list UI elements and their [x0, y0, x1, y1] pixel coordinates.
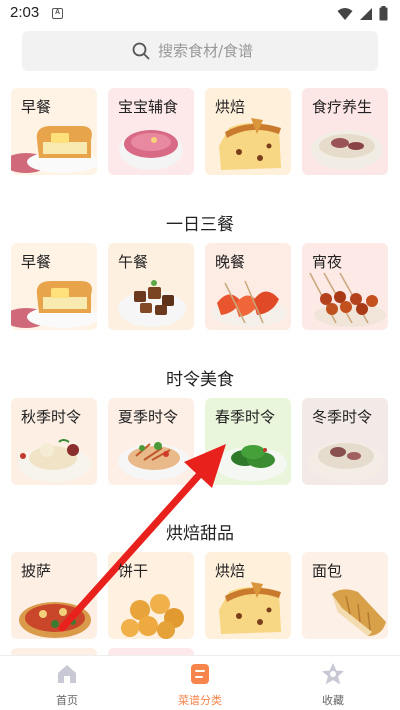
nav-recipe-category[interactable]: 菜谱分类: [160, 662, 240, 708]
status-bar: 2:03 A: [0, 0, 400, 28]
status-indicators: [337, 6, 388, 21]
wifi-icon: [337, 7, 353, 20]
signal-icon: [360, 7, 372, 20]
three-meals-row: 早餐 午餐 晚餐 宵夜: [11, 243, 391, 330]
category-tile-pizza[interactable]: 披萨: [11, 552, 97, 639]
tile-label: 秋季时令: [21, 408, 82, 426]
nav-favorites-label: 收藏: [322, 694, 344, 707]
nav-favorites[interactable]: 收藏: [293, 662, 373, 708]
tile-label: 饼干: [118, 562, 149, 580]
tile-label: 早餐: [21, 98, 52, 116]
category-tile-baking[interactable]: 烘焙: [205, 88, 291, 175]
section-title-seasonal: 时令美食: [166, 370, 234, 390]
category-tile-cookies[interactable]: 饼干: [108, 552, 194, 639]
baking-desserts-row: 披萨 饼干 烘焙 面包: [11, 552, 391, 639]
tile-label: 夏季时令: [118, 408, 179, 426]
category-tile-autumn[interactable]: 秋季时令: [11, 398, 97, 485]
category-tile-dinner[interactable]: 晚餐: [205, 243, 291, 330]
tile-label: 面包: [312, 562, 343, 580]
seasonal-row: 秋季时令 夏季时令 春季时令 冬季时令: [11, 398, 391, 485]
tile-label: 烘焙: [215, 98, 246, 116]
search-bar[interactable]: [22, 31, 378, 71]
category-tile-winter[interactable]: 冬季时令: [302, 398, 388, 485]
battery-icon: [379, 6, 388, 21]
search-input[interactable]: [158, 42, 268, 60]
tile-label: 春季时令: [215, 408, 276, 426]
tile-label: 晚餐: [215, 253, 246, 271]
recipe-category-icon: [191, 664, 209, 684]
category-tile-health-food[interactable]: 食疗养生: [302, 88, 388, 175]
search-icon: [132, 42, 150, 60]
tile-label: 冬季时令: [312, 408, 373, 426]
tile-label: 食疗养生: [312, 98, 373, 116]
notification-a-icon: A: [52, 8, 63, 19]
category-tile-summer[interactable]: 夏季时令: [108, 398, 194, 485]
bottom-nav: 首页 菜谱分类 收藏: [0, 655, 400, 710]
home-icon: [58, 665, 76, 683]
category-tile-baby-food[interactable]: 宝宝辅食: [108, 88, 194, 175]
category-tile-baking[interactable]: 烘焙: [205, 552, 291, 639]
favorites-icon: [322, 663, 344, 684]
tile-label: 披萨: [21, 562, 52, 580]
category-tile-breakfast[interactable]: 早餐: [11, 88, 97, 175]
nav-recipe-category-label: 菜谱分类: [178, 694, 222, 707]
category-tile-spring[interactable]: 春季时令: [205, 398, 291, 485]
nav-home[interactable]: 首页: [27, 662, 107, 708]
category-tile-breakfast[interactable]: 早餐: [11, 243, 97, 330]
tile-label: 午餐: [118, 253, 149, 271]
tile-label: 宵夜: [312, 253, 343, 271]
section-title-baking-desserts: 烘焙甜品: [166, 524, 234, 544]
category-tile-late-night-snack[interactable]: 宵夜: [302, 243, 388, 330]
section-title-three-meals: 一日三餐: [166, 215, 234, 235]
tile-label: 宝宝辅食: [118, 98, 179, 116]
nav-home-label: 首页: [56, 694, 78, 707]
top-category-row: 早餐 宝宝辅食 烘焙 食疗养生: [11, 88, 391, 175]
category-tile-bread[interactable]: 面包: [302, 552, 388, 639]
tile-label: 早餐: [21, 253, 52, 271]
tile-label: 烘焙: [215, 562, 246, 580]
status-time: 2:03: [10, 4, 40, 21]
category-tile-lunch[interactable]: 午餐: [108, 243, 194, 330]
